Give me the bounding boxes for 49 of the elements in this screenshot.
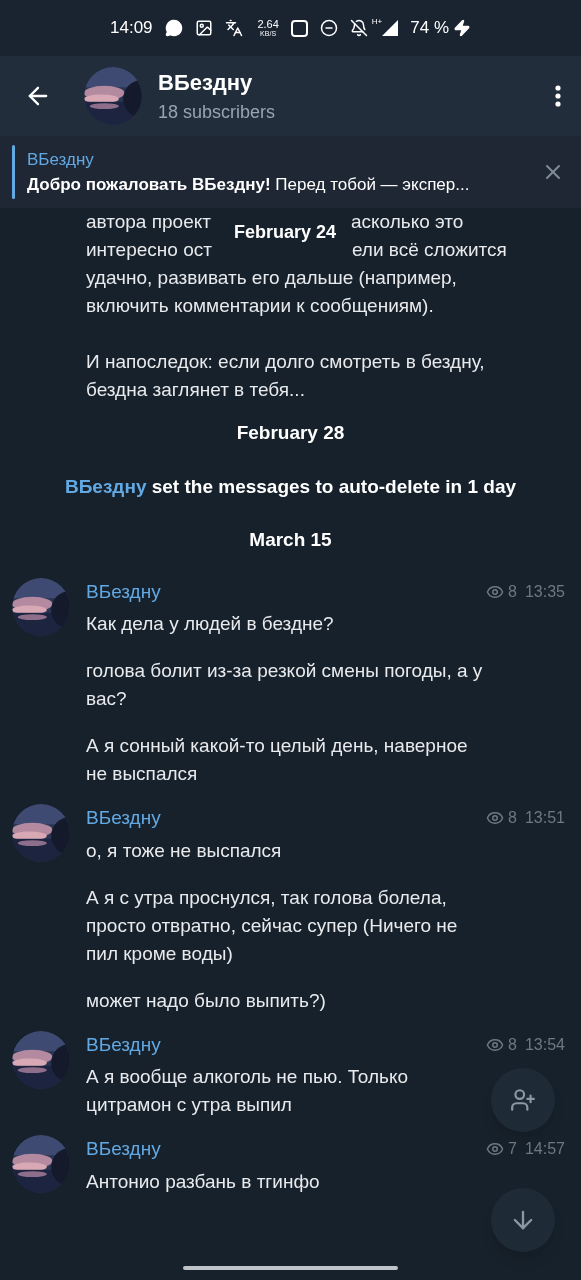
add-user-icon <box>510 1087 536 1113</box>
translate-icon <box>224 19 243 37</box>
view-count: 8 <box>508 808 517 829</box>
message-text: может надо было выпить?) <box>86 988 327 1013</box>
message-text: И напоследок: если долго смотреть в бездну, бездна заглянет в тебя... <box>86 350 486 402</box>
message-time: 13:54 <box>524 1034 565 1055</box>
message-text: А я вообще алкоголь не пью. Только цитрамон с утра выпил <box>86 1065 410 1117</box>
author-name: ВБездну <box>86 579 161 604</box>
pinned-title: ВБездну <box>27 148 95 171</box>
message-text: интересно ост <box>86 238 212 262</box>
nfc-icon <box>290 19 308 37</box>
date-separator: February 28 <box>236 421 345 445</box>
chat-icon <box>164 19 183 37</box>
message-text: Как дела у людей в бездне? <box>86 612 335 636</box>
author-name: ВБездну <box>86 1032 161 1057</box>
message-text: А я сонный какой-то целый день, наверное не выспался <box>86 734 469 786</box>
view-count: 8 <box>508 1034 517 1055</box>
image-icon <box>194 19 213 37</box>
network-type: H+ <box>371 16 383 28</box>
message-text: ели всё сложится <box>351 238 507 262</box>
message-text: Антонио разбань в тгинфо <box>86 1169 321 1194</box>
pinned-message-bar[interactable]: ВБездну Добро пожаловать ВБездну! Перед тобой — экспер... <box>0 136 581 208</box>
menu-button[interactable] <box>555 85 561 107</box>
dnd-icon <box>319 19 338 37</box>
charging-icon <box>453 19 471 37</box>
author-name: ВБездну <box>86 806 161 830</box>
channel-title: ВБездну <box>158 69 254 97</box>
message-time: 13:35 <box>524 581 565 602</box>
more-icon <box>555 85 561 107</box>
service-message: ВБездну set the messages to auto-delete in 1 day <box>64 474 517 499</box>
bell-off-icon <box>349 19 368 37</box>
signal-icon <box>382 20 399 36</box>
battery-level: 74 % <box>410 17 449 40</box>
message-text: о, я тоже не выспался <box>86 838 283 863</box>
view-count: 7 <box>508 1139 517 1160</box>
pinned-text: Добро пожаловать ВБездну! Перед тобой — экспер... <box>27 174 471 196</box>
message-text: А я с утра проснулся, так голова болела, просто отвратно, сейчас супер (Ничего не пил кроме воды) <box>86 885 459 966</box>
message-time: 14:57 <box>524 1139 565 1160</box>
data-speed: 2.64 <box>257 19 279 30</box>
message-time: 13:51 <box>524 808 565 829</box>
subscriber-count: 18 subscribers <box>158 101 277 124</box>
view-count: 8 <box>508 581 517 602</box>
date-separator: March 15 <box>249 528 332 552</box>
clock: 14:09 <box>110 17 153 40</box>
message-text: асколько это <box>350 210 464 234</box>
author-name: ВБездну <box>86 1137 161 1161</box>
message-text: голова болит из-за резкой смены погоды, а у вас? <box>86 659 484 711</box>
message-text: удачно, развивать его дальше (например, включить комментарии к сообщениям). <box>86 266 458 318</box>
message-text: автора проект <box>86 210 211 234</box>
